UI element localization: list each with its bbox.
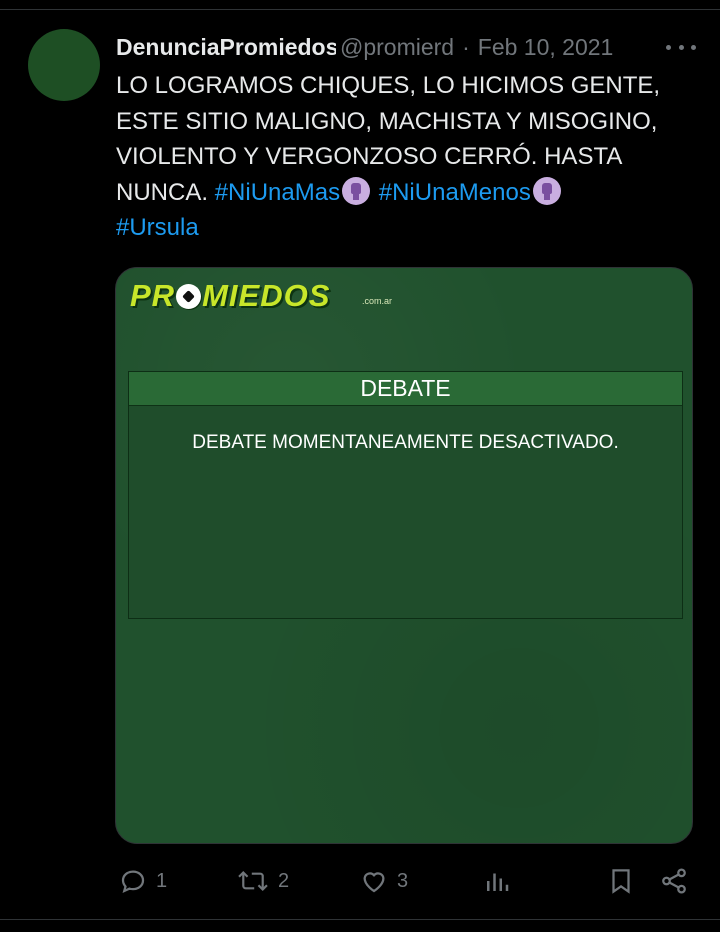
like-button[interactable]: 3 [359,862,408,900]
tweet-actions: 1 2 3 [116,862,696,900]
raised-fist-icon [342,176,371,205]
like-count: 3 [397,869,409,892]
soccer-ball-icon [176,284,202,309]
raised-fist-icon [532,176,561,205]
reply-count: 1 [156,869,168,892]
tweet-media-image[interactable]: PR MIEDOS .com.ar DEBATE DEBATE MOMENTANE… [115,267,693,844]
bookmark-button[interactable] [606,862,636,900]
bottom-divider [0,919,720,920]
hashtag-niunamenos[interactable]: #NiUnaMenos [379,179,531,206]
logo-suffix: .com.ar [362,296,393,306]
reply-icon [121,870,145,894]
hashtag-niunamas[interactable]: #NiUnaMas [215,179,340,206]
separator-dot: · [462,33,470,60]
analytics-icon [487,873,509,891]
reply-button[interactable]: 1 [118,862,167,900]
more-options-icon[interactable] [666,37,696,57]
share-icon [662,868,686,894]
display-name[interactable]: DenunciaPromiedos [116,34,336,61]
tweet-header: DenunciaPromiedos @promierd · Feb 10, 20… [116,31,696,63]
debate-panel: DEBATE DEBATE MOMENTANEAMENTE DESACTIVAD… [128,371,683,619]
top-divider [0,9,720,10]
debate-title: DEBATE [129,372,682,406]
retweet-button[interactable]: 2 [236,862,289,900]
avatar[interactable] [28,29,100,101]
tweet-text-line: ESTE SITIO MALIGNO, MACHISTA Y MISOGINO, [116,107,658,135]
tweet-text-line: LO LOGRAMOS CHIQUES, LO HICIMOS GENTE, [116,72,661,99]
promiedos-logo: PR MIEDOS [130,278,331,313]
debate-message: DEBATE MOMENTANEAMENTE DESACTIVADO. [192,432,619,453]
tweet-text: LO LOGRAMOS CHIQUES, LO HICIMOS GENTE, E… [116,68,706,246]
tweet-text-line: NUNCA. [116,178,209,206]
hashtag-ursula[interactable]: #Ursula [116,214,199,241]
heart-icon [363,872,385,893]
handle[interactable]: @promierd [340,34,454,61]
tweet-text-line-with-hashtags: NUNCA. #NiUnaMas #NiUnaMenos [116,175,706,211]
tweet-date[interactable]: Feb 10, 2021 [478,34,614,61]
retweet-count: 2 [278,869,290,892]
share-button[interactable] [659,862,689,900]
views-button[interactable] [482,862,512,900]
bookmark-icon [612,869,630,894]
tweet-text-line: VIOLENTO Y VERGONZOSO CERRÓ. HASTA [116,143,623,170]
retweet-icon [238,870,268,892]
